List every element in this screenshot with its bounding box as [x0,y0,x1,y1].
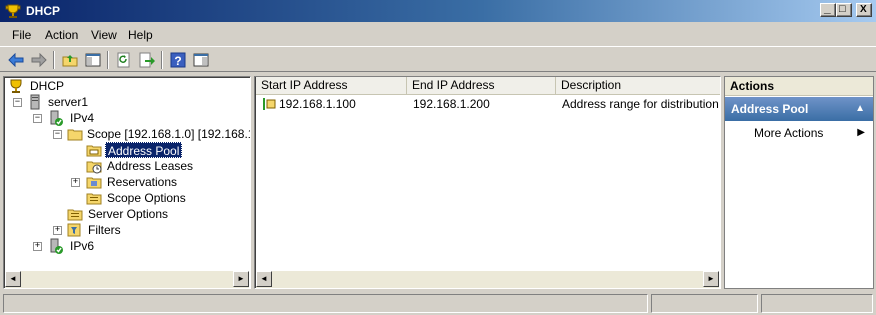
status-segment-3 [761,294,873,313]
scroll-left-button[interactable]: ◄ [5,271,21,287]
show-hide-console-tree-icon[interactable] [83,50,103,70]
submenu-arrow-icon: ▶ [857,127,865,138]
ip-range-icon [262,97,276,114]
tree-label-filters: Filters [88,223,121,237]
cell-start-ip: 192.168.1.100 [279,97,356,111]
export-list-icon[interactable] [137,50,157,70]
tree-label-reservations: Reservations [107,175,178,189]
maximize-button[interactable]: □ [836,3,852,17]
collapse-arrow-icon[interactable]: ▲ [855,97,865,121]
forward-arrow-icon[interactable] [29,50,49,70]
svg-text:?: ? [174,54,181,68]
server-icon [28,94,42,114]
menu-file[interactable]: File [12,28,31,42]
show-hide-action-pane-icon[interactable] [191,50,211,70]
tree-label-address-pool: Address Pool [105,142,183,158]
scroll-right-button[interactable]: ► [703,271,719,287]
maximize-icon: □ [839,3,846,15]
expand-toggle-reservations[interactable]: + [71,178,80,187]
menu-action[interactable]: Action [45,28,78,42]
actions-header: Actions [725,77,873,96]
back-arrow-icon[interactable] [6,50,26,70]
refresh-icon[interactable] [114,50,134,70]
tree-label-server-options: Server Options [88,207,169,221]
menu-help[interactable]: Help [128,28,153,42]
tree-label-server1: server1 [48,95,89,109]
action-more-actions-label: More Actions [754,126,824,140]
action-more-actions[interactable]: More Actions ▶ [725,125,873,141]
status-bar [0,292,876,315]
column-header-end-ip[interactable]: End IP Address [407,77,556,95]
dhcp-trophy-icon [5,3,21,22]
actions-section-label: Address Pool [731,102,809,116]
column-header-start-ip[interactable]: Start IP Address [256,77,407,95]
results-list-pane: Start IP Address End IP Address Descript… [254,76,721,289]
menu-view[interactable]: View [91,28,117,42]
ipv4-server-check-icon [48,110,64,130]
tree-horizontal-scrollbar[interactable]: ◄ ► [5,271,249,288]
column-header-description[interactable]: Description [556,77,720,95]
up-folder-icon[interactable] [60,50,80,70]
tree-label-ipv6: IPv6 [70,239,95,253]
tree-label-scope-options: Scope Options [107,191,186,205]
close-button[interactable]: X [856,3,872,17]
collapse-toggle-server1[interactable]: − [13,98,22,107]
help-icon[interactable]: ? [168,50,188,70]
window-title: DHCP [26,4,61,18]
console-tree-pane: DHCP − server1 − IPv4 − Scope [192.168.1… [3,76,251,289]
expand-toggle-ipv6[interactable]: + [33,242,42,251]
status-segment-main [3,294,648,313]
toolbar: ? [0,46,876,72]
actions-section-address-pool[interactable]: Address Pool ▲ [725,97,873,121]
actions-pane: Actions Address Pool ▲ More Actions ▶ [724,76,874,289]
ipv6-server-check-icon [48,238,64,258]
menu-bar: File Action View Help [0,24,876,44]
list-horizontal-scrollbar[interactable]: ◄ ► [256,271,719,288]
cell-end-ip: 192.168.1.200 [413,97,490,111]
tree-label-address-leases: Address Leases [107,159,194,173]
table-row[interactable]: 192.168.1.100 192.168.1.200 Address rang… [256,96,720,114]
expand-toggle-filters[interactable]: + [53,226,62,235]
tree-label-scope: Scope [192.168.1.0] [192.168.1.0 [87,127,251,141]
minimize-icon: _ [824,1,831,15]
collapse-toggle-ipv4[interactable]: − [33,114,42,123]
dhcp-trophy-icon [8,78,24,98]
title-bar[interactable]: DHCP _ □ X [0,0,876,22]
status-segment-2 [651,294,758,313]
tree-label-ipv4: IPv4 [70,111,95,125]
scroll-right-button[interactable]: ► [233,271,249,287]
cell-description: Address range for distribution [562,97,719,111]
tree-label-dhcp: DHCP [30,79,65,93]
minimize-button[interactable]: _ [820,1,836,17]
folder-icon [67,126,83,146]
scroll-left-button[interactable]: ◄ [256,271,272,287]
collapse-toggle-scope[interactable]: − [53,130,62,139]
close-icon: X [860,4,867,15]
